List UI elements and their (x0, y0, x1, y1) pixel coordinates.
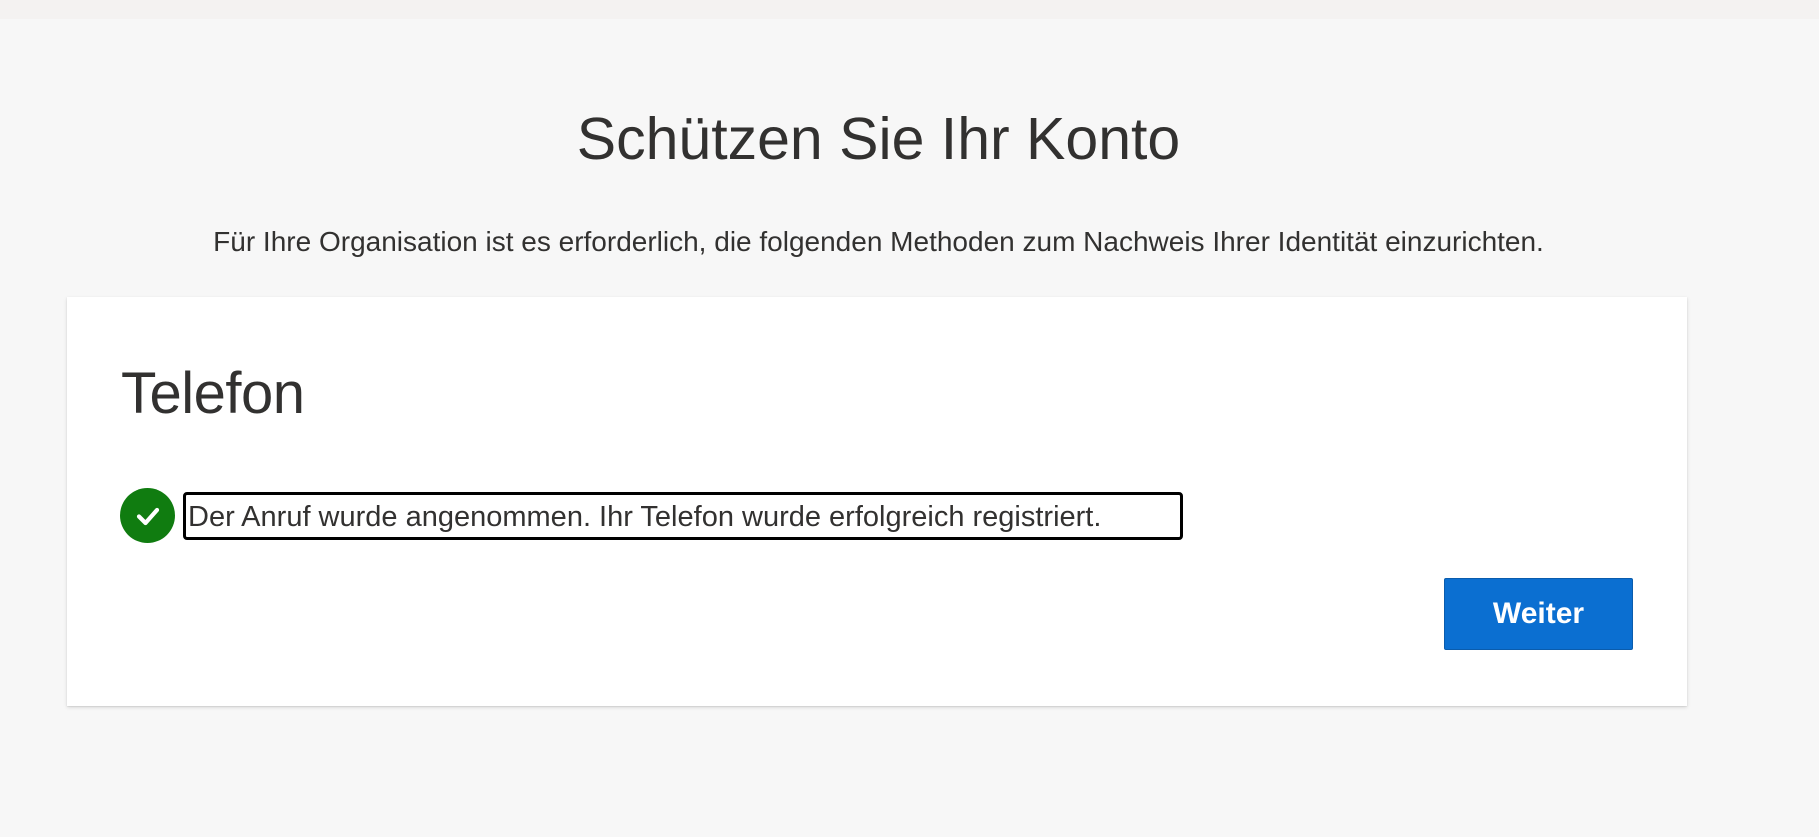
registration-card: Telefon Der Anruf wurde angenommen. Ihr … (67, 297, 1687, 706)
card-title: Telefon (121, 361, 305, 426)
next-button[interactable]: Weiter (1444, 578, 1633, 650)
page-title: Schützen Sie Ihr Konto (576, 106, 1181, 172)
status-message: Der Anruf wurde angenommen. Ihr Telefon … (183, 491, 1183, 540)
status-row: Der Anruf wurde angenommen. Ihr Telefon … (120, 488, 1183, 543)
page-subtitle: Für Ihre Organisation ist es erforderlic… (213, 226, 1544, 257)
checkmark-glyph (136, 507, 159, 525)
checkmark-circle-icon (120, 488, 175, 543)
top-strip (0, 0, 1819, 19)
